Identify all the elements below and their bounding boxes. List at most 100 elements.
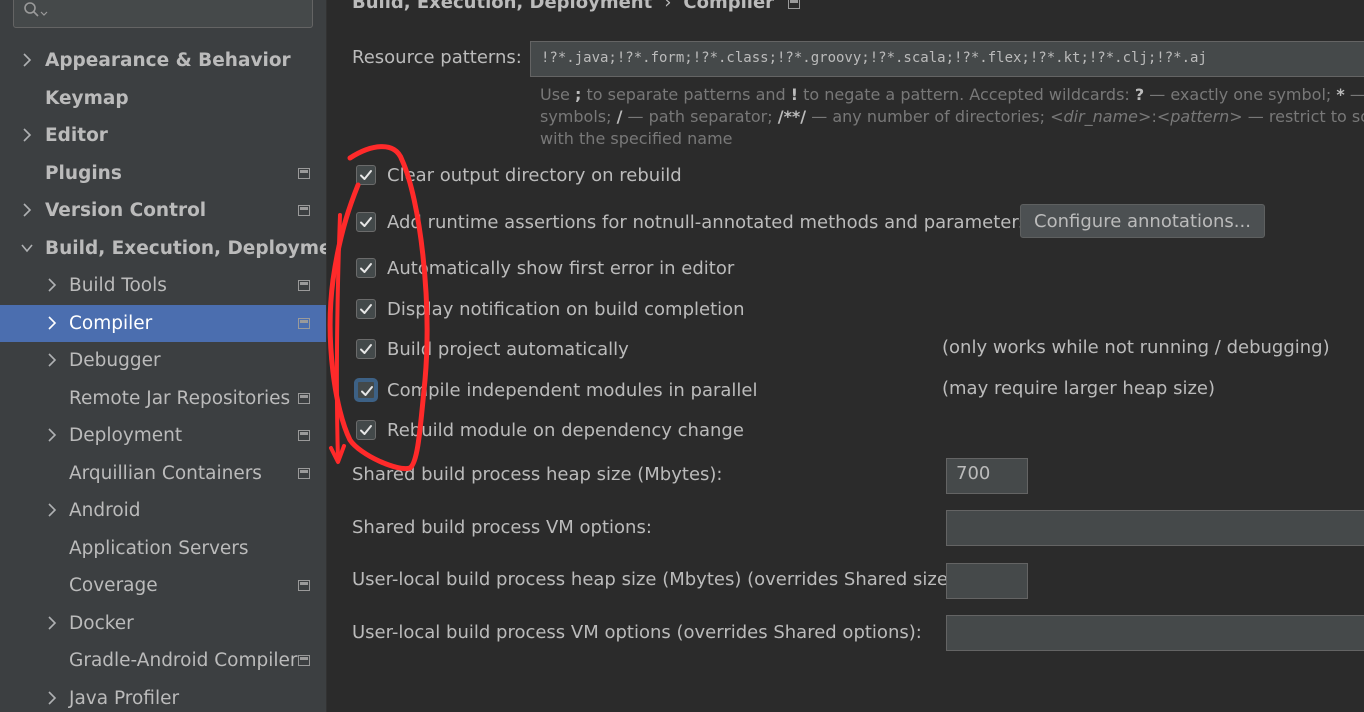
- sidebar-item-label: Plugins: [45, 162, 122, 184]
- settings-sidebar: Appearance & Behavior Keymap Editor Plugins…: [0, 0, 327, 712]
- resource-patterns-label: Resource patterns:: [352, 47, 522, 68]
- chevron-right-icon[interactable]: [45, 353, 59, 367]
- option-checkbox[interactable]: [356, 212, 376, 232]
- option-note: (only works while not running / debuggin…: [942, 337, 1330, 358]
- option-label[interactable]: Compile independent modules in parallel: [387, 380, 758, 401]
- option-row: Compile independent modules in parallel: [356, 377, 758, 403]
- chevron-right-icon[interactable]: [45, 278, 59, 292]
- option-checkbox[interactable]: [356, 165, 376, 185]
- sidebar-item-android[interactable]: Android: [0, 492, 326, 529]
- option-row: Automatically show first error in editor: [356, 255, 734, 281]
- breadcrumb-parent[interactable]: Build, Execution, Deployment: [352, 0, 652, 13]
- chevron-right-icon[interactable]: [20, 53, 34, 67]
- sidebar-item-java-profiler[interactable]: Java Profiler: [0, 680, 326, 712]
- sidebar-item-application-servers[interactable]: Application Servers: [0, 530, 326, 567]
- chevron-right-icon[interactable]: [45, 503, 59, 517]
- checkmark-icon: [360, 425, 372, 435]
- sidebar-item-appearance-behavior[interactable]: Appearance & Behavior: [0, 42, 326, 79]
- sidebar-item-version-control[interactable]: Version Control: [0, 192, 326, 229]
- checkmark-icon: [360, 263, 372, 273]
- option-row: Rebuild module on dependency change: [356, 417, 744, 443]
- chevron-right-icon[interactable]: [20, 128, 34, 142]
- option-label[interactable]: Build project automatically: [387, 339, 629, 360]
- option-note: (may require larger heap size): [942, 378, 1215, 399]
- option-checkbox[interactable]: [356, 380, 376, 400]
- sidebar-item-label: Docker: [69, 612, 134, 634]
- search-icon: [24, 2, 48, 17]
- sidebar-item-label: Application Servers: [69, 537, 249, 559]
- sidebar-item-deployment[interactable]: Deployment: [0, 417, 326, 454]
- breadcrumb-current: Compiler: [683, 0, 775, 13]
- breadcrumb-separator: ›: [664, 0, 672, 13]
- compiler-settings-panel: Build, Execution, Deployment › Compiler Re…: [327, 0, 1364, 712]
- shared-heap-label: Shared build process heap size (Mbytes):: [352, 464, 723, 485]
- sidebar-item-compiler[interactable]: Compiler: [0, 304, 326, 342]
- option-checkbox[interactable]: [356, 339, 376, 359]
- sidebar-item-editor[interactable]: Editor: [0, 117, 326, 154]
- project-scope-icon: [788, 0, 801, 9]
- project-scope-icon: [298, 205, 310, 216]
- sidebar-item-gradle-android-compiler[interactable]: Gradle-Android Compiler: [0, 642, 326, 679]
- chevron-right-icon[interactable]: [45, 690, 59, 705]
- option-label[interactable]: Rebuild module on dependency change: [387, 420, 744, 441]
- option-label[interactable]: Add runtime assertions for notnull-annot…: [387, 212, 1028, 233]
- settings-search-input[interactable]: [13, 0, 313, 28]
- resource-patterns-input[interactable]: !?*.java;!?*.form;!?*.class;!?*.groovy;!…: [530, 41, 1364, 77]
- option-row: Clear output directory on rebuild: [356, 162, 682, 188]
- hint-line: Use ; to separate patterns and ! to nega…: [540, 85, 1364, 104]
- chevron-right-icon[interactable]: [45, 615, 59, 630]
- project-scope-icon: [298, 467, 310, 479]
- sidebar-item-arquillian-containers[interactable]: Arquillian Containers: [0, 455, 326, 492]
- sidebar-item-label: Debugger: [69, 350, 161, 371]
- option-label[interactable]: Automatically show first error in editor: [387, 258, 734, 279]
- sidebar-item-label: Compiler: [69, 312, 153, 334]
- sidebar-item-label: Gradle-Android Compiler: [69, 650, 298, 671]
- sidebar-item-label: Build Tools: [69, 275, 167, 296]
- local-heap-input[interactable]: [946, 563, 1028, 599]
- option-row: Build project automatically: [356, 336, 629, 362]
- project-scope-icon: [298, 430, 310, 441]
- option-row: Display notification on build completion: [356, 296, 745, 322]
- resource-patterns-hint: Use ; to separate patterns and ! to nega…: [540, 84, 1364, 150]
- chevron-down-icon[interactable]: [20, 241, 34, 255]
- sidebar-item-keymap[interactable]: Keymap: [0, 80, 326, 117]
- shared-vm-input[interactable]: [946, 510, 1364, 546]
- sidebar-item-label: Editor: [45, 125, 108, 146]
- chevron-right-icon[interactable]: [45, 428, 59, 442]
- chevron-right-icon[interactable]: [20, 203, 34, 217]
- sidebar-item-label: Coverage: [69, 575, 158, 596]
- project-scope-icon: [298, 167, 310, 179]
- sidebar-item-docker[interactable]: Docker: [0, 605, 326, 642]
- configure-annotations-button[interactable]: Configure annotations...: [1020, 204, 1265, 238]
- sidebar-item-label: Android: [69, 500, 141, 521]
- shared-vm-label: Shared build process VM options:: [352, 517, 652, 538]
- option-label[interactable]: Clear output directory on rebuild: [387, 165, 682, 186]
- sidebar-item-build-execution-deployment[interactable]: Build, Execution, Deployment: [0, 230, 326, 267]
- project-scope-icon: [298, 580, 310, 591]
- sidebar-item-label: Keymap: [45, 87, 129, 109]
- sidebar-item-label: Deployment: [69, 425, 183, 446]
- project-scope-icon: [298, 655, 310, 666]
- local-vm-label: User-local build process VM options (ove…: [352, 622, 922, 643]
- hint-line: symbols; / — path separator; /**/ — any …: [540, 107, 1364, 126]
- checkmark-icon: [360, 304, 372, 314]
- option-label[interactable]: Display notification on build completion: [387, 299, 745, 320]
- sidebar-item-label: Appearance & Behavior: [45, 50, 291, 71]
- sidebar-item-build-tools[interactable]: Build Tools: [0, 267, 326, 304]
- project-scope-icon: [298, 317, 310, 329]
- project-scope-icon: [298, 392, 310, 404]
- sidebar-item-label: Remote Jar Repositories: [69, 387, 291, 409]
- sidebar-item-label: Build, Execution, Deployment: [45, 237, 327, 259]
- option-checkbox[interactable]: [356, 420, 376, 440]
- sidebar-item-remote-jar-repositories[interactable]: Remote Jar Repositories: [0, 380, 326, 417]
- checkmark-icon: [360, 344, 372, 354]
- sidebar-item-coverage[interactable]: Coverage: [0, 567, 326, 604]
- chevron-right-icon[interactable]: [45, 315, 59, 330]
- option-checkbox[interactable]: [356, 258, 376, 278]
- local-vm-input[interactable]: [946, 615, 1364, 651]
- shared-heap-input[interactable]: 700: [946, 458, 1028, 494]
- sidebar-item-debugger[interactable]: Debugger: [0, 342, 326, 379]
- option-checkbox[interactable]: [356, 299, 376, 319]
- breadcrumb: Build, Execution, Deployment › Compiler: [352, 0, 801, 13]
- sidebar-item-plugins[interactable]: Plugins: [0, 155, 326, 192]
